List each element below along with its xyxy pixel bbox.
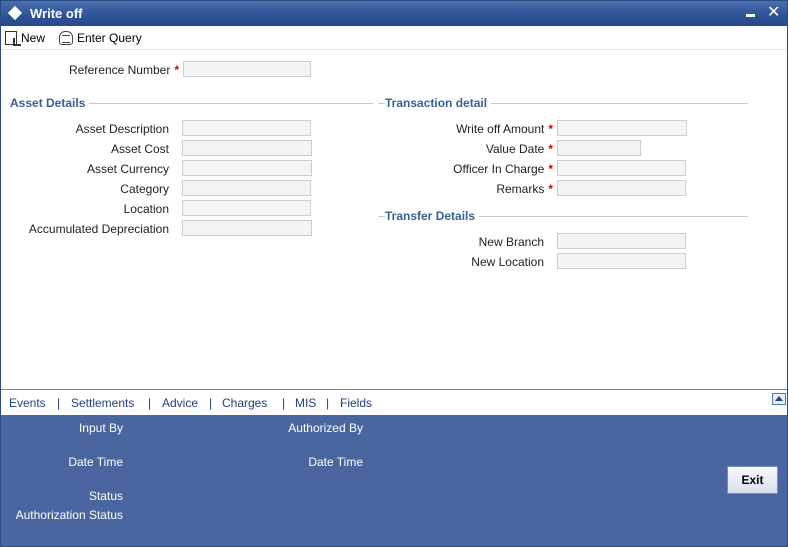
bottom-tab-bar: Events | Settlements | Advice | Charges …	[1, 389, 787, 415]
minimize-icon	[746, 14, 755, 17]
status-label: Status	[88, 489, 123, 503]
asset-cost-label: Asset Cost	[110, 142, 169, 156]
required-marker: *	[548, 182, 553, 196]
authorization-status-label: Authorization Status	[15, 508, 123, 522]
tab-separator: |	[326, 396, 330, 410]
category-input[interactable]	[182, 180, 311, 196]
accumulated-depreciation-label: Accumulated Depreciation	[28, 222, 169, 236]
enter-query-button[interactable]: Enter Query	[59, 29, 142, 47]
close-button[interactable]: ✕	[767, 4, 780, 22]
date-time-left-label: Date Time	[68, 455, 123, 469]
collapse-up-icon[interactable]	[772, 393, 786, 405]
new-location-label: New Location	[471, 255, 544, 269]
enter-query-label: Enter Query	[77, 31, 142, 45]
location-label: Location	[123, 202, 169, 216]
required-marker: *	[548, 162, 553, 176]
audit-panel: Input By Date Time Status Authorization …	[1, 415, 787, 546]
exit-button[interactable]: Exit	[727, 466, 778, 494]
asset-currency-input[interactable]	[182, 160, 312, 176]
tab-advice[interactable]: Advice	[162, 396, 198, 410]
new-button[interactable]: New	[5, 29, 45, 47]
tab-separator: |	[57, 396, 61, 410]
remarks-input[interactable]	[557, 180, 686, 196]
write-off-amount-input[interactable]	[557, 120, 687, 136]
window-diamond-icon	[7, 5, 23, 21]
officer-in-charge-label: Officer In Charge *	[453, 162, 553, 176]
reference-number-label: Reference Number *	[68, 63, 179, 77]
value-date-label: Value Date *	[485, 142, 553, 156]
database-query-icon	[59, 31, 73, 45]
asset-currency-label: Asset Currency	[86, 162, 169, 176]
tab-charges[interactable]: Charges	[222, 396, 267, 410]
value-date-input[interactable]	[557, 140, 641, 156]
transaction-detail-title: Transaction detail	[385, 96, 492, 110]
authorized-by-label: Authorized By	[288, 421, 363, 435]
tab-fields[interactable]: Fields	[340, 396, 372, 410]
tab-separator: |	[282, 396, 286, 410]
required-marker: *	[174, 63, 179, 77]
title-bar: Write off ✕	[1, 1, 787, 26]
date-time-right-label: Date Time	[308, 455, 363, 469]
new-branch-input[interactable]	[557, 233, 686, 249]
asset-cost-input[interactable]	[182, 140, 312, 156]
location-input[interactable]	[182, 200, 311, 216]
asset-details-title: Asset Details	[10, 96, 90, 110]
toolbar: New Enter Query	[1, 26, 787, 50]
minimize-button[interactable]	[746, 4, 755, 17]
window-title: Write off	[30, 6, 83, 21]
write-off-window: Write off ✕ New Enter Query Reference Nu…	[0, 0, 788, 547]
input-by-label: Input By	[78, 421, 123, 435]
accumulated-depreciation-input[interactable]	[182, 220, 312, 236]
transfer-details-title: Transfer Details	[385, 209, 480, 223]
tab-separator: |	[209, 396, 213, 410]
write-off-amount-label: Write off Amount *	[456, 122, 553, 136]
asset-description-input[interactable]	[182, 120, 311, 136]
category-label: Category	[120, 182, 169, 196]
tab-separator: |	[148, 396, 152, 410]
officer-in-charge-input[interactable]	[557, 160, 686, 176]
new-branch-label: New Branch	[478, 235, 544, 249]
tab-mis[interactable]: MIS	[295, 396, 316, 410]
new-document-icon	[5, 31, 21, 46]
tab-events[interactable]: Events	[9, 396, 46, 410]
reference-number-input[interactable]	[183, 61, 311, 77]
remarks-label: Remarks *	[496, 182, 553, 196]
required-marker: *	[548, 142, 553, 156]
new-location-input[interactable]	[557, 253, 686, 269]
asset-description-label: Asset Description	[75, 122, 169, 136]
required-marker: *	[548, 122, 553, 136]
new-button-label: New	[21, 31, 46, 45]
tab-settlements[interactable]: Settlements	[71, 396, 134, 410]
